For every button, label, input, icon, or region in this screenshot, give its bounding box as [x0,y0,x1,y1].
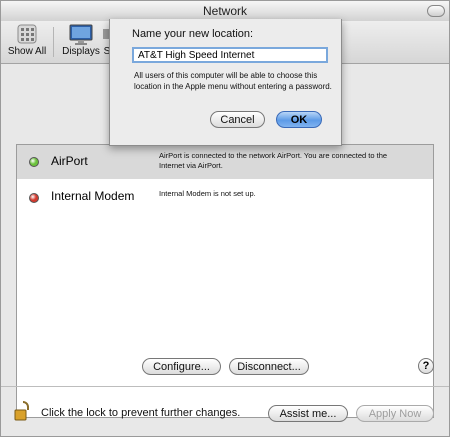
configure-button[interactable]: Configure... [142,358,221,375]
service-row-internal-modem[interactable]: Internal Modem Internal Modem is not set… [17,183,433,211]
service-description: AirPort is connected to the network AirP… [159,151,388,170]
sheet-help-text: All users of this computer will be able … [134,71,332,91]
lock-text: Click the lock to prevent further change… [41,407,241,419]
sheet-prompt: Name your new location: [132,28,254,40]
cancel-button[interactable]: Cancel [210,111,265,128]
divider [1,386,449,387]
toolbar-show-all-label: Show All [7,46,47,57]
show-all-icon [17,24,37,44]
location-name-field[interactable]: AT&T High Speed Internet [132,47,328,63]
status-light-icon [29,193,39,203]
service-name: AirPort [51,154,88,168]
service-name: Internal Modem [51,189,135,203]
new-location-sheet: Name your new location: AT&T High Speed … [109,19,342,146]
lock-icon[interactable] [14,400,32,422]
disconnect-button[interactable]: Disconnect... [229,358,309,375]
service-description: Internal Modem is not set up. [159,189,256,198]
network-window: Network Show All Displays S AirPort AirP… [0,0,450,437]
toolbar-show-all[interactable]: Show All [4,23,50,57]
help-button[interactable]: ? [418,358,434,374]
assist-me-button[interactable]: Assist me... [268,405,348,422]
window-title: Network [202,4,247,18]
toolbar-toggle-button[interactable] [427,5,445,17]
ok-button[interactable]: OK [276,111,322,128]
service-row-airport[interactable]: AirPort AirPort is connected to the netw… [17,145,433,179]
toolbar-separator [53,27,54,57]
status-light-icon [29,157,39,167]
toolbar-displays-label: Displays [62,46,100,57]
service-list[interactable]: AirPort AirPort is connected to the netw… [16,144,434,418]
apply-now-button[interactable]: Apply Now [356,405,434,422]
toolbar-displays[interactable]: Displays [58,23,104,57]
displays-icon [69,24,93,45]
